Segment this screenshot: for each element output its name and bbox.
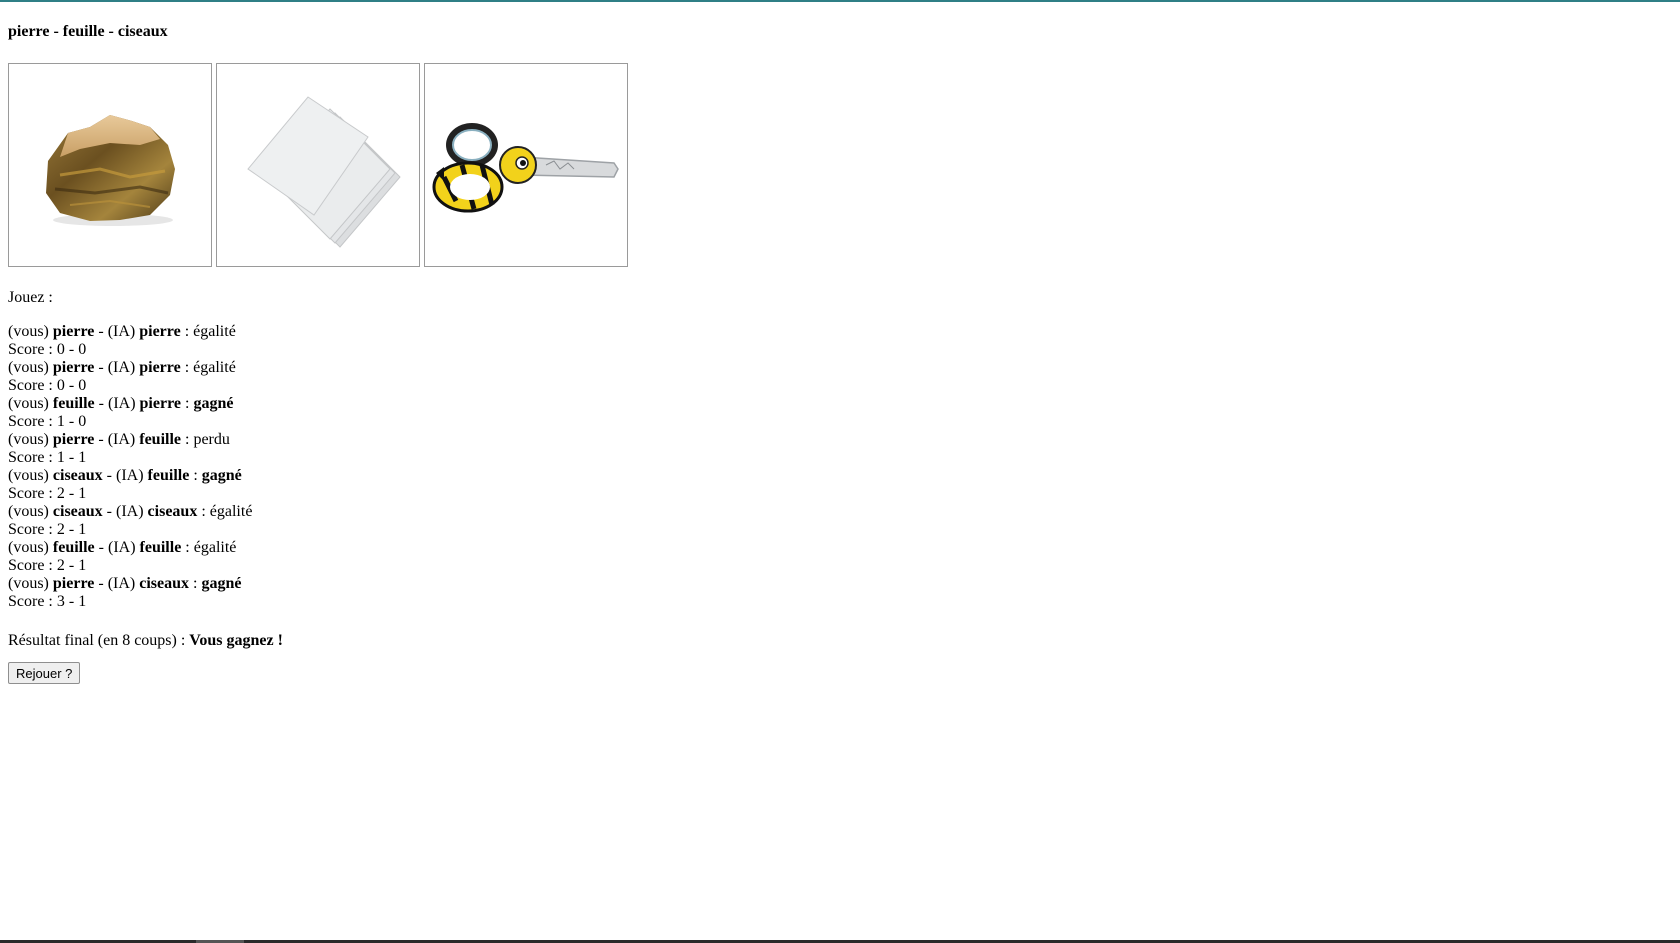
player-move: pierre [52, 323, 95, 340]
separator: : [181, 431, 194, 448]
separator: : [180, 323, 194, 340]
game-container: pierre - feuille - ciseaux Jouez: (vous… [8, 22, 1008, 684]
ai-label: - (IA) [94, 431, 140, 448]
you-label: (vous) [8, 359, 53, 376]
round-line: (vous) pierre - (IA) ciseaux : gagné [8, 575, 1008, 593]
ai-move: feuille [147, 467, 190, 484]
round-line: (vous) ciseaux - (IA) ciseaux : égalité [8, 503, 1008, 521]
round-line: (vous) feuille - (IA) pierre : gagné [8, 395, 1008, 413]
ai-label: - (IA) [94, 359, 140, 376]
you-label: (vous) [8, 503, 53, 520]
score-line: Score : 2 - 1 [8, 557, 87, 574]
round-line: (vous) pierre - (IA) pierre : égalité [8, 323, 1008, 341]
score-line: Score : 0 - 0 [8, 341, 87, 358]
player-move: feuille [52, 395, 95, 412]
separator: : [181, 395, 194, 412]
separator: : [181, 539, 194, 556]
choice-feuille-button[interactable] [216, 63, 420, 267]
scissors-icon [432, 123, 619, 213]
choice-pierre-button[interactable] [8, 63, 212, 267]
player-move: ciseaux [52, 503, 103, 520]
ai-move: pierre [139, 359, 181, 376]
separator: : [189, 575, 202, 592]
round-line: (vous) feuille - (IA) feuille : égalité [8, 539, 1008, 557]
replay-button[interactable]: Rejouer ? [8, 662, 81, 684]
ai-move: ciseaux [147, 503, 198, 520]
score-line: Score : 1 - 1 [8, 449, 87, 466]
score-line: Score : 3 - 1 [8, 593, 87, 610]
choice-ciseaux-button[interactable] [424, 63, 628, 267]
round-result: égalité [193, 323, 236, 340]
you-label: (vous) [8, 431, 53, 448]
you-label: (vous) [8, 395, 53, 412]
window-top-border [0, 0, 1680, 2]
round-result: perdu [193, 431, 230, 448]
round-result: gagné [201, 467, 242, 484]
round-result: gagné [193, 395, 234, 412]
final-result-label: Résultat final (en 8 coups) : [8, 632, 190, 649]
ai-label: - (IA) [102, 503, 148, 520]
you-label: (vous) [8, 323, 53, 340]
choice-row [8, 63, 1008, 268]
round-result: égalité [209, 503, 253, 520]
ai-move: ciseaux [139, 575, 190, 592]
separator: : [180, 359, 194, 376]
final-result: Résultat final (en 8 coups) : Vous gagne… [8, 632, 1008, 650]
score-line: Score : 0 - 0 [8, 377, 87, 394]
ai-label: - (IA) [94, 395, 140, 412]
ai-move: feuille [139, 431, 181, 448]
round-result: gagné [201, 575, 242, 592]
score-line: Score : 1 - 0 [8, 413, 87, 430]
round-log: (vous) pierre - (IA) pierre : égalité Sco… [8, 323, 1008, 611]
round-line: (vous) ciseaux - (IA) feuille : gagné [8, 467, 1008, 485]
player-move: pierre [52, 359, 95, 376]
ai-label: - (IA) [94, 539, 140, 556]
player-move: ciseaux [52, 467, 103, 484]
ai-move: pierre [139, 395, 181, 412]
separator: : [197, 503, 210, 520]
separator: : [189, 467, 202, 484]
player-move: pierre [52, 575, 95, 592]
player-move: pierre [52, 431, 95, 448]
paper-icon [247, 96, 401, 248]
final-result-value: Vous gagnez ! [189, 632, 283, 649]
prompt-text: Jouez : [8, 289, 53, 306]
rock-icon [46, 115, 175, 226]
ai-label: - (IA) [94, 323, 140, 340]
round-line: (vous) pierre - (IA) feuille : perdu [8, 431, 1008, 449]
score-line: Score : 2 - 1 [8, 521, 87, 538]
round-line: (vous) pierre - (IA) pierre : égalité [8, 359, 1008, 377]
you-label: (vous) [8, 575, 53, 592]
score-line: Score : 2 - 1 [8, 485, 87, 502]
round-result: égalité [193, 539, 237, 556]
round-result: égalité [193, 359, 236, 376]
you-label: (vous) [8, 467, 53, 484]
ai-label: - (IA) [94, 575, 140, 592]
you-label: (vous) [8, 539, 53, 556]
ai-label: - (IA) [102, 467, 148, 484]
player-move: feuille [52, 539, 95, 556]
ai-move: pierre [139, 323, 181, 340]
ai-move: feuille [139, 539, 182, 556]
page-title: pierre - feuille - ciseaux [8, 23, 168, 40]
